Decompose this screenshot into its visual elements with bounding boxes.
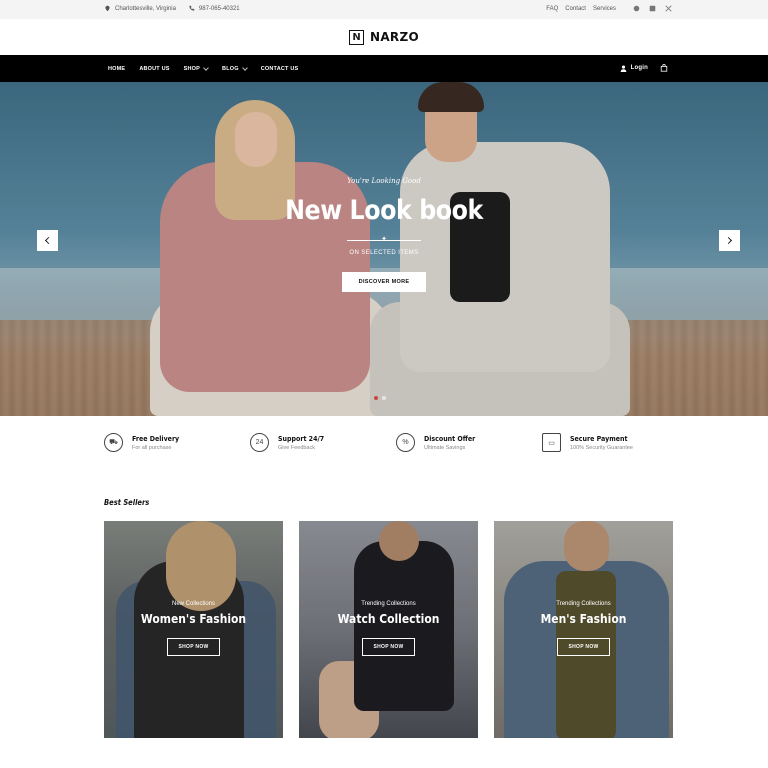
- location-pin-icon: [105, 5, 110, 12]
- nav-label: HOME: [108, 66, 126, 72]
- feature-title: Support 24/7: [278, 434, 325, 443]
- nav-item-about-us[interactable]: ABOUT US: [139, 66, 169, 72]
- phone-text: 987-065-40321: [198, 5, 240, 12]
- x-icon[interactable]: [665, 5, 672, 12]
- hero-title: New Look book: [285, 195, 483, 226]
- shop-now-button[interactable]: SHOP NOW: [362, 638, 415, 656]
- nav-item-shop[interactable]: SHOP: [183, 65, 209, 72]
- hero-eyebrow: You're Looking Good: [347, 177, 421, 185]
- location-info: Charlottesville, Virginia: [104, 5, 176, 12]
- card-text: New Collections Women's Fashion SHOP NOW: [104, 601, 283, 656]
- card-text: Trending Collections Men's Fashion SHOP …: [494, 601, 673, 656]
- phone-icon: [189, 5, 195, 11]
- faq-link[interactable]: FAQ: [546, 6, 558, 12]
- instagram-icon[interactable]: [633, 5, 640, 12]
- brand-name: NARZO: [370, 30, 419, 44]
- hero-subtitle: ON SELECTED ITEMS: [349, 250, 419, 256]
- login-label: Login: [630, 65, 648, 71]
- card-text: Trending Collections Watch Collection SH…: [299, 601, 478, 656]
- card-subtitle: Trending Collections: [361, 601, 416, 607]
- card-subtitle: New Collections: [171, 601, 216, 607]
- nav-item-blog[interactable]: BLOG: [222, 65, 248, 72]
- linkedin-icon[interactable]: [649, 5, 656, 12]
- card-title: Men's Fashion: [540, 611, 627, 626]
- nav-label: BLOG: [222, 66, 239, 72]
- nav-item-contact-us[interactable]: CONTACT US: [261, 66, 299, 72]
- main-nav: HOME ABOUT US SHOP BLOG CONTACT US Login: [0, 55, 768, 82]
- support-icon: 24: [250, 433, 269, 452]
- logo-bar: N NARZO: [0, 19, 768, 55]
- nav-item-home[interactable]: HOME: [108, 66, 125, 72]
- feature-subtitle: Ultimate Savings: [424, 444, 466, 451]
- feature-free-delivery: ⛟ Free Delivery For all purchase: [104, 433, 184, 452]
- site-logo[interactable]: N NARZO: [349, 29, 419, 45]
- discount-icon: %: [396, 433, 415, 452]
- feature-support: 24 Support 24/7 Give Feedback: [250, 433, 329, 452]
- nav-label: SHOP: [183, 66, 201, 72]
- shop-now-button[interactable]: SHOP NOW: [557, 638, 610, 656]
- best-sellers-title: Best Sellers: [104, 498, 150, 507]
- features-strip: ⛟ Free Delivery For all purchase 24 Supp…: [0, 416, 768, 472]
- chevron-down-icon: [203, 65, 209, 71]
- slider-pagination: [374, 396, 386, 400]
- hero-slider: You're Looking Good New Look book ✦ ON S…: [0, 82, 768, 416]
- feature-title: Discount Offer: [424, 434, 476, 443]
- feature-title: Free Delivery: [132, 434, 180, 443]
- services-link[interactable]: Services: [593, 6, 616, 12]
- card-title: Watch Collection: [337, 611, 440, 626]
- user-icon: [620, 65, 626, 72]
- discover-more-button[interactable]: DISCOVER MORE: [341, 272, 427, 292]
- secure-payment-icon: ▭: [542, 433, 561, 452]
- phone-info[interactable]: 987-065-40321: [188, 5, 240, 12]
- collection-card-watch[interactable]: Trending Collections Watch Collection SH…: [299, 521, 478, 738]
- location-text: Charlottesville, Virginia: [115, 5, 176, 12]
- arrow-right-icon: [724, 236, 733, 245]
- hero-content: You're Looking Good New Look book ✦ ON S…: [0, 177, 768, 292]
- collection-card-mens[interactable]: Trending Collections Men's Fashion SHOP …: [494, 521, 673, 738]
- slider-prev-button[interactable]: [37, 230, 58, 251]
- cart-bag-icon[interactable]: [660, 64, 668, 72]
- feature-title: Secure Payment: [570, 434, 628, 443]
- arrow-left-icon: [44, 236, 53, 245]
- feature-subtitle: Give Feedback: [278, 444, 315, 451]
- sparkle-icon: ✦: [381, 236, 387, 243]
- logo-mark: N: [349, 29, 364, 45]
- feature-secure-payment: ▭ Secure Payment 100% Security Guarantee: [542, 433, 634, 452]
- delivery-icon: ⛟: [104, 433, 123, 452]
- login-button[interactable]: Login: [620, 65, 648, 72]
- slider-dot[interactable]: [374, 396, 378, 400]
- slider-next-button[interactable]: [719, 230, 740, 251]
- nav-label: CONTACT US: [260, 66, 299, 72]
- top-utility-bar: Charlottesville, Virginia 987-065-40321 …: [0, 0, 768, 19]
- nav-label: ABOUT US: [139, 66, 170, 72]
- hero-divider: ✦: [347, 236, 421, 244]
- card-title: Women's Fashion: [140, 611, 247, 626]
- feature-subtitle: For all purchase: [132, 444, 172, 451]
- card-subtitle: Trending Collections: [556, 601, 611, 607]
- feature-subtitle: 100% Security Guarantee: [570, 444, 633, 451]
- chevron-down-icon: [241, 65, 248, 71]
- collection-card-womens[interactable]: New Collections Women's Fashion SHOP NOW: [104, 521, 283, 738]
- contact-link[interactable]: Contact: [565, 6, 586, 12]
- slider-dot[interactable]: [382, 396, 386, 400]
- shop-now-button[interactable]: SHOP NOW: [167, 638, 220, 656]
- feature-discount: % Discount Offer Ultimate Savings: [396, 433, 481, 452]
